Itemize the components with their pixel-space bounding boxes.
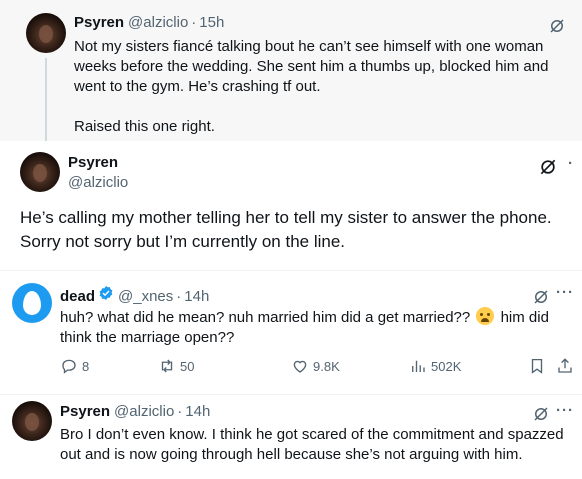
reply-icon xyxy=(62,359,76,374)
timestamp[interactable]: 15h xyxy=(199,14,224,31)
views-button[interactable]: 502K xyxy=(409,357,461,375)
display-name[interactable]: Psyren xyxy=(74,14,124,31)
grok-icon[interactable] xyxy=(532,288,550,306)
avatar[interactable] xyxy=(12,401,52,441)
display-name[interactable]: Psyren xyxy=(60,403,110,420)
text-line: think the marriage open?? xyxy=(60,329,235,346)
text-segment: huh? what did he mean? nuh married him d… xyxy=(60,309,471,326)
tweet-header: Psyren @alziclio · 15h xyxy=(74,14,224,31)
repost-count: 50 xyxy=(180,358,195,374)
handle[interactable]: @alziclio xyxy=(114,403,174,420)
like-count: 9.8K xyxy=(313,358,340,374)
text-segment: him did xyxy=(500,309,549,326)
thread-line xyxy=(45,58,47,141)
crying-face-emoji xyxy=(476,307,495,325)
repost-button[interactable]: 50 xyxy=(158,357,194,375)
reply-tweet[interactable]: Psyren @alziclio · 14h ··· Bro I don’t e… xyxy=(0,395,582,479)
default-avatar-icon xyxy=(23,291,41,315)
reply-tweet[interactable]: dead @_xnes · 14h ··· huh? what did he m… xyxy=(0,271,582,395)
text-line: He’s calling my mother telling her to te… xyxy=(20,208,552,227)
avatar[interactable] xyxy=(26,13,66,53)
reply-button[interactable]: 8 xyxy=(60,357,89,375)
share-icon xyxy=(558,358,572,373)
text-line: Not my sisters fiancé talking bout he ca… xyxy=(74,38,544,55)
repost-icon xyxy=(161,359,173,373)
bookmark-icon xyxy=(531,358,543,374)
text-line: huh? what did he mean? nuh married him d… xyxy=(60,307,576,328)
timestamp[interactable]: 14h xyxy=(184,288,209,305)
action-bar: 8 50 9.8K 502K xyxy=(60,357,576,379)
more-icon[interactable]: ··· xyxy=(556,284,574,301)
text-line: went to the gym. He’s crashing tf out. xyxy=(74,78,321,95)
like-button[interactable]: 9.8K xyxy=(291,357,340,375)
separator-dot: · xyxy=(177,403,183,420)
grok-icon[interactable] xyxy=(538,157,558,177)
tweet-header: Psyren xyxy=(68,154,118,171)
reply-count: 8 xyxy=(82,358,90,374)
tweet-text: He’s calling my mother telling her to te… xyxy=(20,206,576,254)
grok-icon[interactable] xyxy=(532,405,550,423)
display-name[interactable]: dead xyxy=(60,288,95,305)
more-icon[interactable]: · xyxy=(568,155,574,172)
grok-icon[interactable] xyxy=(548,17,566,35)
tweet-header: dead @_xnes · 14h xyxy=(60,285,209,305)
share-button[interactable] xyxy=(556,357,578,375)
more-icon[interactable]: ··· xyxy=(556,402,574,419)
text-line: Sorry not sorry but I’m currently on the… xyxy=(20,232,346,251)
like-icon xyxy=(293,360,307,373)
tweet-text: Bro I don’t even know. I think he got sc… xyxy=(60,425,576,465)
timestamp[interactable]: 14h xyxy=(185,403,210,420)
tweet-text: huh? what did he mean? nuh married him d… xyxy=(60,307,576,348)
verified-badge-icon xyxy=(99,286,113,300)
focal-tweet[interactable]: Psyren @alziclio · He’s calling my mothe… xyxy=(0,141,582,271)
separator-dot: · xyxy=(176,288,182,305)
bookmark-button[interactable] xyxy=(528,357,550,375)
text-line: out and is now going through hell becaus… xyxy=(60,446,523,463)
avatar[interactable] xyxy=(20,152,60,192)
views-icon xyxy=(412,360,425,372)
text-line: Raised this one right. xyxy=(74,118,215,135)
text-line: weeks before the wedding. She sent him a… xyxy=(74,58,549,75)
handle-row: @alziclio xyxy=(68,174,128,191)
separator-dot: · xyxy=(191,14,197,31)
avatar[interactable] xyxy=(12,283,52,323)
tweet-header: Psyren @alziclio · 14h xyxy=(60,403,210,420)
parent-tweet[interactable]: Psyren @alziclio · 15h Not my sisters fi… xyxy=(0,0,582,141)
text-line: Bro I don’t even know. I think he got sc… xyxy=(60,426,564,443)
handle[interactable]: @alziclio xyxy=(128,14,188,31)
handle[interactable]: @_xnes xyxy=(118,288,173,305)
view-count: 502K xyxy=(431,358,462,374)
handle[interactable]: @alziclio xyxy=(68,174,128,191)
display-name[interactable]: Psyren xyxy=(68,154,118,171)
tweet-text: Not my sisters fiancé talking bout he ca… xyxy=(74,37,574,137)
